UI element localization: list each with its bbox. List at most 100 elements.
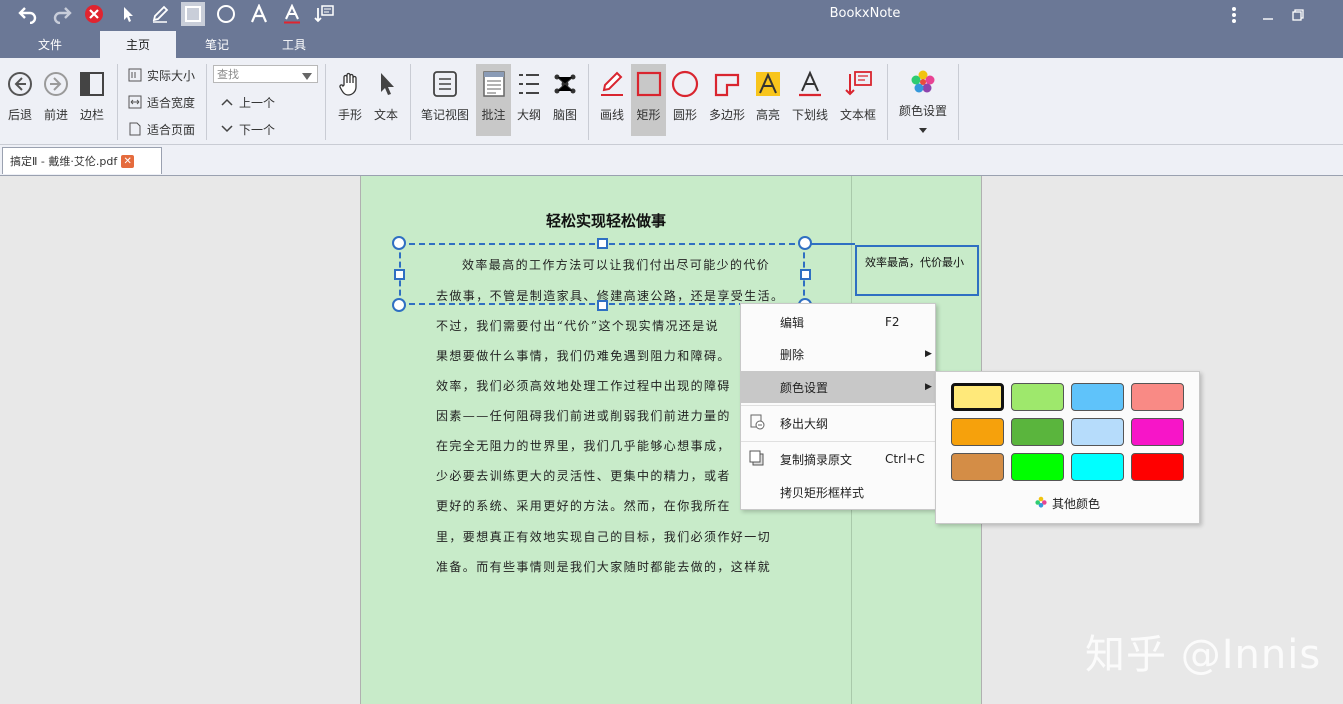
color-swatch[interactable] bbox=[951, 383, 1004, 411]
polygon-button[interactable]: 多边形 bbox=[706, 64, 748, 136]
resize-handle[interactable] bbox=[394, 269, 405, 280]
resize-handle[interactable] bbox=[597, 300, 608, 311]
menu-item-delete[interactable]: 删除 ▶ bbox=[741, 338, 935, 370]
resize-handle[interactable] bbox=[798, 236, 812, 250]
textbox-icon bbox=[843, 68, 873, 100]
circle-button[interactable]: 圆形 bbox=[668, 64, 702, 136]
color-swatch[interactable] bbox=[1071, 383, 1124, 411]
annotate-icon bbox=[482, 68, 506, 100]
annotate-label: 批注 bbox=[481, 108, 506, 122]
document-line: 不过，我们需要付出“代价”这个现实情况还是说 bbox=[436, 319, 720, 333]
tab-file[interactable]: 文件 bbox=[28, 31, 72, 58]
rectangle-button[interactable]: 矩形 bbox=[631, 64, 666, 136]
color-swatch[interactable] bbox=[1131, 453, 1184, 481]
textbox-button[interactable]: 文本框 bbox=[836, 64, 880, 136]
rectangle-label: 矩形 bbox=[636, 108, 661, 122]
restore-icon[interactable] bbox=[1286, 4, 1310, 26]
fit-page-button[interactable]: 适合页面 bbox=[126, 118, 195, 140]
menu-item-copy-rectangle-style[interactable]: 拷贝矩形框样式 bbox=[741, 476, 935, 508]
actual-size-button[interactable]: 实际大小 bbox=[126, 64, 195, 86]
previous-button[interactable]: 上一个 bbox=[218, 91, 275, 113]
mindmap-button[interactable]: 脑图 bbox=[548, 64, 582, 136]
forward-button[interactable]: 前进 bbox=[40, 64, 72, 136]
resize-handle[interactable] bbox=[597, 238, 608, 249]
ribbon-separator bbox=[588, 64, 589, 140]
back-label: 后退 bbox=[7, 108, 32, 122]
outline-button[interactable]: 大纲 bbox=[513, 64, 545, 136]
hand-icon bbox=[338, 68, 362, 100]
search-input[interactable]: 查找 bbox=[213, 65, 318, 83]
resize-handle[interactable] bbox=[392, 236, 406, 250]
underline-icon bbox=[797, 68, 823, 100]
textbox-label: 文本框 bbox=[839, 108, 876, 122]
selected-rectangle-annotation[interactable] bbox=[399, 243, 805, 305]
color-swatch[interactable] bbox=[1011, 453, 1064, 481]
text-tool-button[interactable]: 文本 bbox=[370, 64, 402, 136]
back-button[interactable]: 后退 bbox=[4, 64, 36, 136]
rectangle-icon bbox=[636, 68, 662, 100]
menu-shortcut: Ctrl+C bbox=[885, 452, 925, 466]
color-swatch[interactable] bbox=[1131, 383, 1184, 411]
fit-width-label: 适合宽度 bbox=[147, 95, 196, 110]
annotate-button[interactable]: 批注 bbox=[476, 64, 511, 136]
document-line: 里，要想真正有效地实现自己的目标，我们必须作好一切 bbox=[436, 530, 772, 544]
color-swatch[interactable] bbox=[1071, 418, 1124, 446]
outline-icon bbox=[517, 68, 541, 100]
document-line: 准备。而有些事情则是我们大家随时都能去做的，这样就 bbox=[436, 560, 772, 574]
tab-notes[interactable]: 笔记 bbox=[195, 31, 239, 58]
ribbon-separator bbox=[887, 64, 888, 140]
menu-item-copy-excerpt[interactable]: 复制摘录原文 Ctrl+C bbox=[741, 443, 935, 475]
hand-tool-button[interactable]: 手形 bbox=[332, 64, 368, 136]
color-swatch[interactable] bbox=[1011, 383, 1064, 411]
draw-line-button[interactable]: 画线 bbox=[595, 64, 629, 136]
caret-down-icon[interactable] bbox=[919, 123, 927, 137]
menu-shortcut: F2 bbox=[885, 315, 900, 329]
actual-size-icon bbox=[126, 68, 144, 82]
back-icon bbox=[7, 68, 33, 100]
draw-line-label: 画线 bbox=[599, 108, 624, 122]
sidebar-button[interactable]: 边栏 bbox=[76, 64, 108, 136]
note-view-button[interactable]: 笔记视图 bbox=[418, 64, 472, 136]
chevron-down-icon[interactable] bbox=[302, 70, 312, 84]
resize-handle[interactable] bbox=[800, 269, 811, 280]
ribbon-separator bbox=[325, 64, 326, 140]
highlight-button[interactable]: 高亮 bbox=[752, 64, 784, 136]
menu-item-remove-outline[interactable]: 移出大纲 bbox=[741, 407, 935, 439]
menu-item-edit[interactable]: 编辑 F2 bbox=[741, 306, 935, 338]
document-line: 更好的系统、采用更好的方法。然而，在你我所在 bbox=[436, 499, 731, 513]
color-swatch[interactable] bbox=[1011, 418, 1064, 446]
tab-home[interactable]: 主页 bbox=[100, 31, 176, 58]
resize-handle[interactable] bbox=[392, 298, 406, 312]
fit-width-button[interactable]: 适合宽度 bbox=[126, 91, 195, 113]
mindmap-label: 脑图 bbox=[552, 108, 577, 122]
document-tab[interactable]: 搞定Ⅱ - 戴维·艾伦.pdf ✕ bbox=[2, 147, 162, 174]
menu-item-label: 拷贝矩形框样式 bbox=[780, 485, 865, 500]
underline-button[interactable]: 下划线 bbox=[788, 64, 832, 136]
copy-icon bbox=[749, 450, 765, 469]
menu-item-label: 移出大纲 bbox=[780, 416, 829, 431]
color-settings-label: 颜色设置 bbox=[898, 104, 947, 118]
menu-separator bbox=[741, 405, 935, 406]
menu-item-color-settings[interactable]: 颜色设置 ▶ bbox=[741, 371, 935, 403]
fit-page-label: 适合页面 bbox=[147, 122, 196, 137]
sidebar-label: 边栏 bbox=[79, 108, 104, 122]
highlight-icon bbox=[755, 68, 781, 100]
pointer-icon bbox=[376, 68, 396, 100]
menu-item-label: 颜色设置 bbox=[780, 380, 829, 395]
minimize-icon[interactable] bbox=[1256, 4, 1280, 26]
color-swatch[interactable] bbox=[951, 418, 1004, 446]
color-swatch[interactable] bbox=[1071, 453, 1124, 481]
color-settings-button[interactable]: 颜色设置 bbox=[895, 64, 951, 136]
document-line: 效率，我们必须高效地处理工作过程中出现的障碍 bbox=[436, 379, 731, 393]
close-tab-icon[interactable]: ✕ bbox=[121, 154, 135, 168]
document-tab-strip bbox=[0, 145, 1343, 176]
color-swatch[interactable] bbox=[951, 453, 1004, 481]
polygon-label: 多边形 bbox=[708, 108, 745, 122]
tab-tools[interactable]: 工具 bbox=[272, 31, 316, 58]
margin-note[interactable]: 效率最高，代价最小 bbox=[855, 245, 979, 296]
polygon-icon bbox=[714, 68, 740, 100]
more-colors-button[interactable]: 其他颜色 bbox=[1035, 495, 1100, 512]
color-swatch[interactable] bbox=[1131, 418, 1184, 446]
more-options-icon[interactable] bbox=[1222, 4, 1246, 26]
next-button[interactable]: 下一个 bbox=[218, 118, 275, 140]
